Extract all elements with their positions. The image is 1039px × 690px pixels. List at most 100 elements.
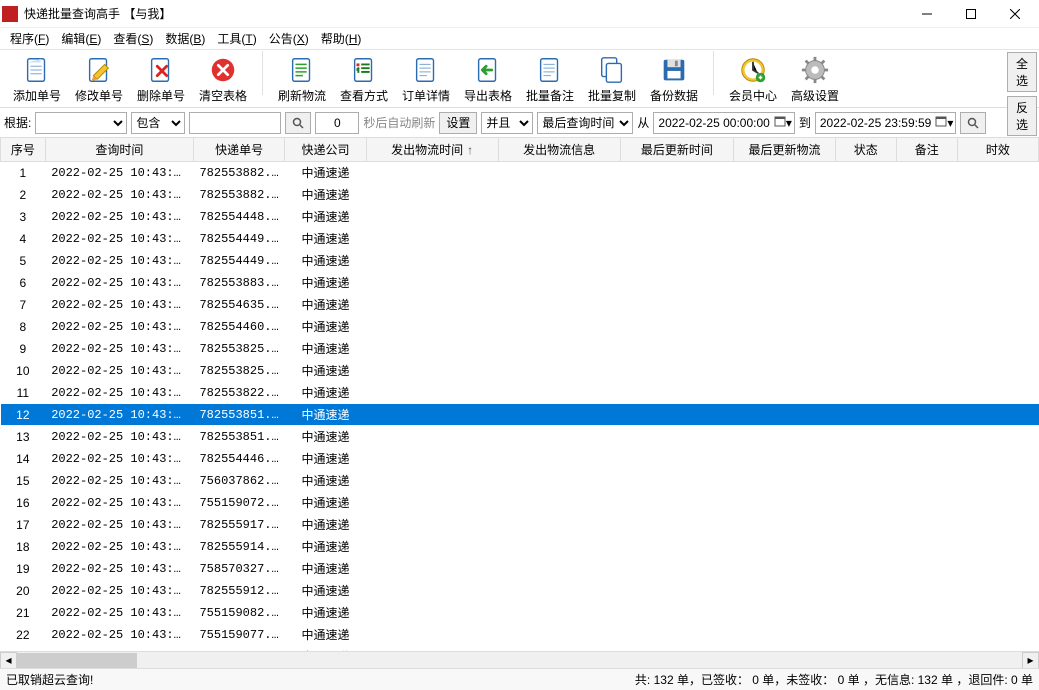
col-2[interactable]: 快递单号 xyxy=(193,138,284,162)
calendar-icon xyxy=(774,115,786,130)
col-9[interactable]: 备注 xyxy=(896,138,957,162)
delete-icon xyxy=(146,54,176,86)
tb-detail-button[interactable]: 订单详情 xyxy=(395,51,457,107)
table-row[interactable]: 102022-02-25 10:43:29782553825...中通速递 xyxy=(1,360,1039,382)
scroll-right-arrow[interactable]: ▸ xyxy=(1022,652,1039,669)
member-icon xyxy=(738,54,768,86)
col-8[interactable]: 状态 xyxy=(835,138,896,162)
last-query-select[interactable]: 最后查询时间 xyxy=(537,112,633,134)
col-3[interactable]: 快递公司 xyxy=(285,138,366,162)
table-row[interactable]: 182022-02-25 10:43:29782555914...中通速递 xyxy=(1,536,1039,558)
date-search-button[interactable] xyxy=(960,112,986,134)
to-date-field[interactable]: 2022-02-25 23:59:59 ▾ xyxy=(815,112,956,134)
basis-select[interactable] xyxy=(35,112,127,134)
table-row[interactable]: 42022-02-25 10:43:29782554449...中通速递 xyxy=(1,228,1039,250)
tb-view-button[interactable]: 查看方式 xyxy=(333,51,395,107)
from-date-field[interactable]: 2022-02-25 00:00:00 ▾ xyxy=(653,112,794,134)
menu-h[interactable]: 帮助(H) xyxy=(315,28,368,49)
table-row[interactable]: 122022-02-25 10:43:29782553851...中通速递 xyxy=(1,404,1039,426)
contain-select[interactable]: 包含 xyxy=(131,112,185,134)
basis-label: 根据: xyxy=(4,114,31,131)
col-5[interactable]: 发出物流信息 xyxy=(498,138,620,162)
tb-label: 会员中心 xyxy=(729,87,777,104)
tb-label: 订单详情 xyxy=(402,87,450,104)
backup-icon xyxy=(659,54,689,86)
menu-x[interactable]: 公告(X) xyxy=(263,28,315,49)
table-row[interactable]: 142022-02-25 10:43:29782554446...中通速递 xyxy=(1,448,1039,470)
menu-s[interactable]: 查看(S) xyxy=(107,28,159,49)
titlebar: 快递批量查询高手 【与我】 xyxy=(0,0,1039,28)
table-row[interactable]: 172022-02-25 10:43:29782555917...中通速递 xyxy=(1,514,1039,536)
table-row[interactable]: 82022-02-25 10:43:29782554460...中通速递 xyxy=(1,316,1039,338)
tb-settings-button[interactable]: 高级设置 xyxy=(784,51,846,107)
and-select[interactable]: 并且 xyxy=(481,112,533,134)
copy-icon xyxy=(597,54,627,86)
tb-delete-button[interactable]: 删除单号 xyxy=(130,51,192,107)
horizontal-scrollbar[interactable]: ◂ ▸ xyxy=(0,651,1039,668)
table-row[interactable]: 162022-02-25 10:43:29755159072...中通速递 xyxy=(1,492,1039,514)
table-row[interactable]: 192022-02-25 10:43:29758570327...中通速递 xyxy=(1,558,1039,580)
col-1[interactable]: 查询时间 xyxy=(45,138,193,162)
tb-label: 批量备注 xyxy=(526,87,574,104)
col-6[interactable]: 最后更新时间 xyxy=(620,138,734,162)
col-4[interactable]: 发出物流时间↑ xyxy=(366,138,498,162)
table-row[interactable]: 12022-02-25 10:43:29782553882...中通速递 xyxy=(1,162,1039,184)
close-button[interactable] xyxy=(993,0,1037,28)
tb-label: 清空表格 xyxy=(199,87,247,104)
app-icon xyxy=(2,6,18,22)
tb-member-button[interactable]: 会员中心 xyxy=(722,51,784,107)
filter-bar: 根据: 包含 秒后自动刷新 设置 并且 最后查询时间 从 2022-02-25 … xyxy=(0,108,1039,138)
to-label: 到 xyxy=(799,114,811,131)
table-row[interactable]: 92022-02-25 10:43:29782553825...中通速递 xyxy=(1,338,1039,360)
menu-f[interactable]: 程序(F) xyxy=(4,28,55,49)
search-input[interactable] xyxy=(189,112,281,134)
invert-select-button[interactable]: 反选 xyxy=(1007,96,1037,136)
chevron-down-icon: ▾ xyxy=(786,116,792,130)
table-row[interactable]: 132022-02-25 10:43:29782553851...中通速递 xyxy=(1,426,1039,448)
tb-backup-button[interactable]: 备份数据 xyxy=(643,51,705,107)
table-row[interactable]: 72022-02-25 10:43:29782554635...中通速递 xyxy=(1,294,1039,316)
to-date-text: 2022-02-25 23:59:59 xyxy=(820,116,931,130)
col-7[interactable]: 最后更新物流 xyxy=(734,138,836,162)
table-row[interactable]: 222022-02-25 10:43:29755159077...中通速递 xyxy=(1,624,1039,646)
menu-e[interactable]: 编辑(E) xyxy=(55,28,107,49)
select-all-button[interactable]: 全选 xyxy=(1007,52,1037,92)
table-area: 序号查询时间快递单号快递公司发出物流时间↑发出物流信息最后更新时间最后更新物流状… xyxy=(0,138,1039,668)
menu-b[interactable]: 数据(B) xyxy=(159,28,211,49)
minimize-button[interactable] xyxy=(905,0,949,28)
count-input[interactable] xyxy=(315,112,359,134)
menu-t[interactable]: 工具(T) xyxy=(211,28,262,49)
table-row[interactable]: 212022-02-25 10:43:29755159082...中通速递 xyxy=(1,602,1039,624)
tb-refresh-button[interactable]: 刷新物流 xyxy=(271,51,333,107)
table-row[interactable]: 52022-02-25 10:43:29782554449...中通速递 xyxy=(1,250,1039,272)
sort-asc-icon: ↑ xyxy=(467,143,473,157)
status-right: 共: 132 单，已签收： 0 单，未签收： 0 单 ，无信息: 132 单 ，… xyxy=(635,671,1033,688)
col-10[interactable]: 时效 xyxy=(957,138,1038,162)
scroll-left-arrow[interactable]: ◂ xyxy=(0,652,17,669)
tb-label: 删除单号 xyxy=(137,87,185,104)
tb-label: 备份数据 xyxy=(650,87,698,104)
tb-edit-button[interactable]: 修改单号 xyxy=(68,51,130,107)
table-row[interactable]: 152022-02-25 10:43:29756037862...中通速递 xyxy=(1,470,1039,492)
col-0[interactable]: 序号 xyxy=(1,138,46,162)
tb-copy-button[interactable]: 批量复制 xyxy=(581,51,643,107)
chevron-down-icon: ▾ xyxy=(947,116,953,130)
table-scroll[interactable]: 序号查询时间快递单号快递公司发出物流时间↑发出物流信息最后更新时间最后更新物流状… xyxy=(0,138,1039,651)
auto-refresh-label: 秒后自动刷新 xyxy=(363,114,435,131)
table-row[interactable]: 62022-02-25 10:43:29782553883...中通速递 xyxy=(1,272,1039,294)
toolbar-separator xyxy=(713,51,714,95)
table-row[interactable]: 112022-02-25 10:43:29782553822...中通速递 xyxy=(1,382,1039,404)
maximize-button[interactable] xyxy=(949,0,993,28)
setting-button[interactable]: 设置 xyxy=(439,112,477,134)
table-row[interactable]: 32022-02-25 10:43:29782554448...中通速递 xyxy=(1,206,1039,228)
menubar: 程序(F)编辑(E)查看(S)数据(B)工具(T)公告(X)帮助(H) xyxy=(0,28,1039,50)
filter-search-button[interactable] xyxy=(285,112,311,134)
table-row[interactable]: 22022-02-25 10:43:29782553882...中通速递 xyxy=(1,184,1039,206)
table-row[interactable]: 202022-02-25 10:43:29782555912...中通速递 xyxy=(1,580,1039,602)
tb-export-button[interactable]: 导出表格 xyxy=(457,51,519,107)
tb-clear-button[interactable]: 清空表格 xyxy=(192,51,254,107)
view-icon xyxy=(349,54,379,86)
tb-add-button[interactable]: 添加单号 xyxy=(6,51,68,107)
tb-note-button[interactable]: 批量备注 xyxy=(519,51,581,107)
status-left: 已取销超云查询! xyxy=(6,671,635,688)
